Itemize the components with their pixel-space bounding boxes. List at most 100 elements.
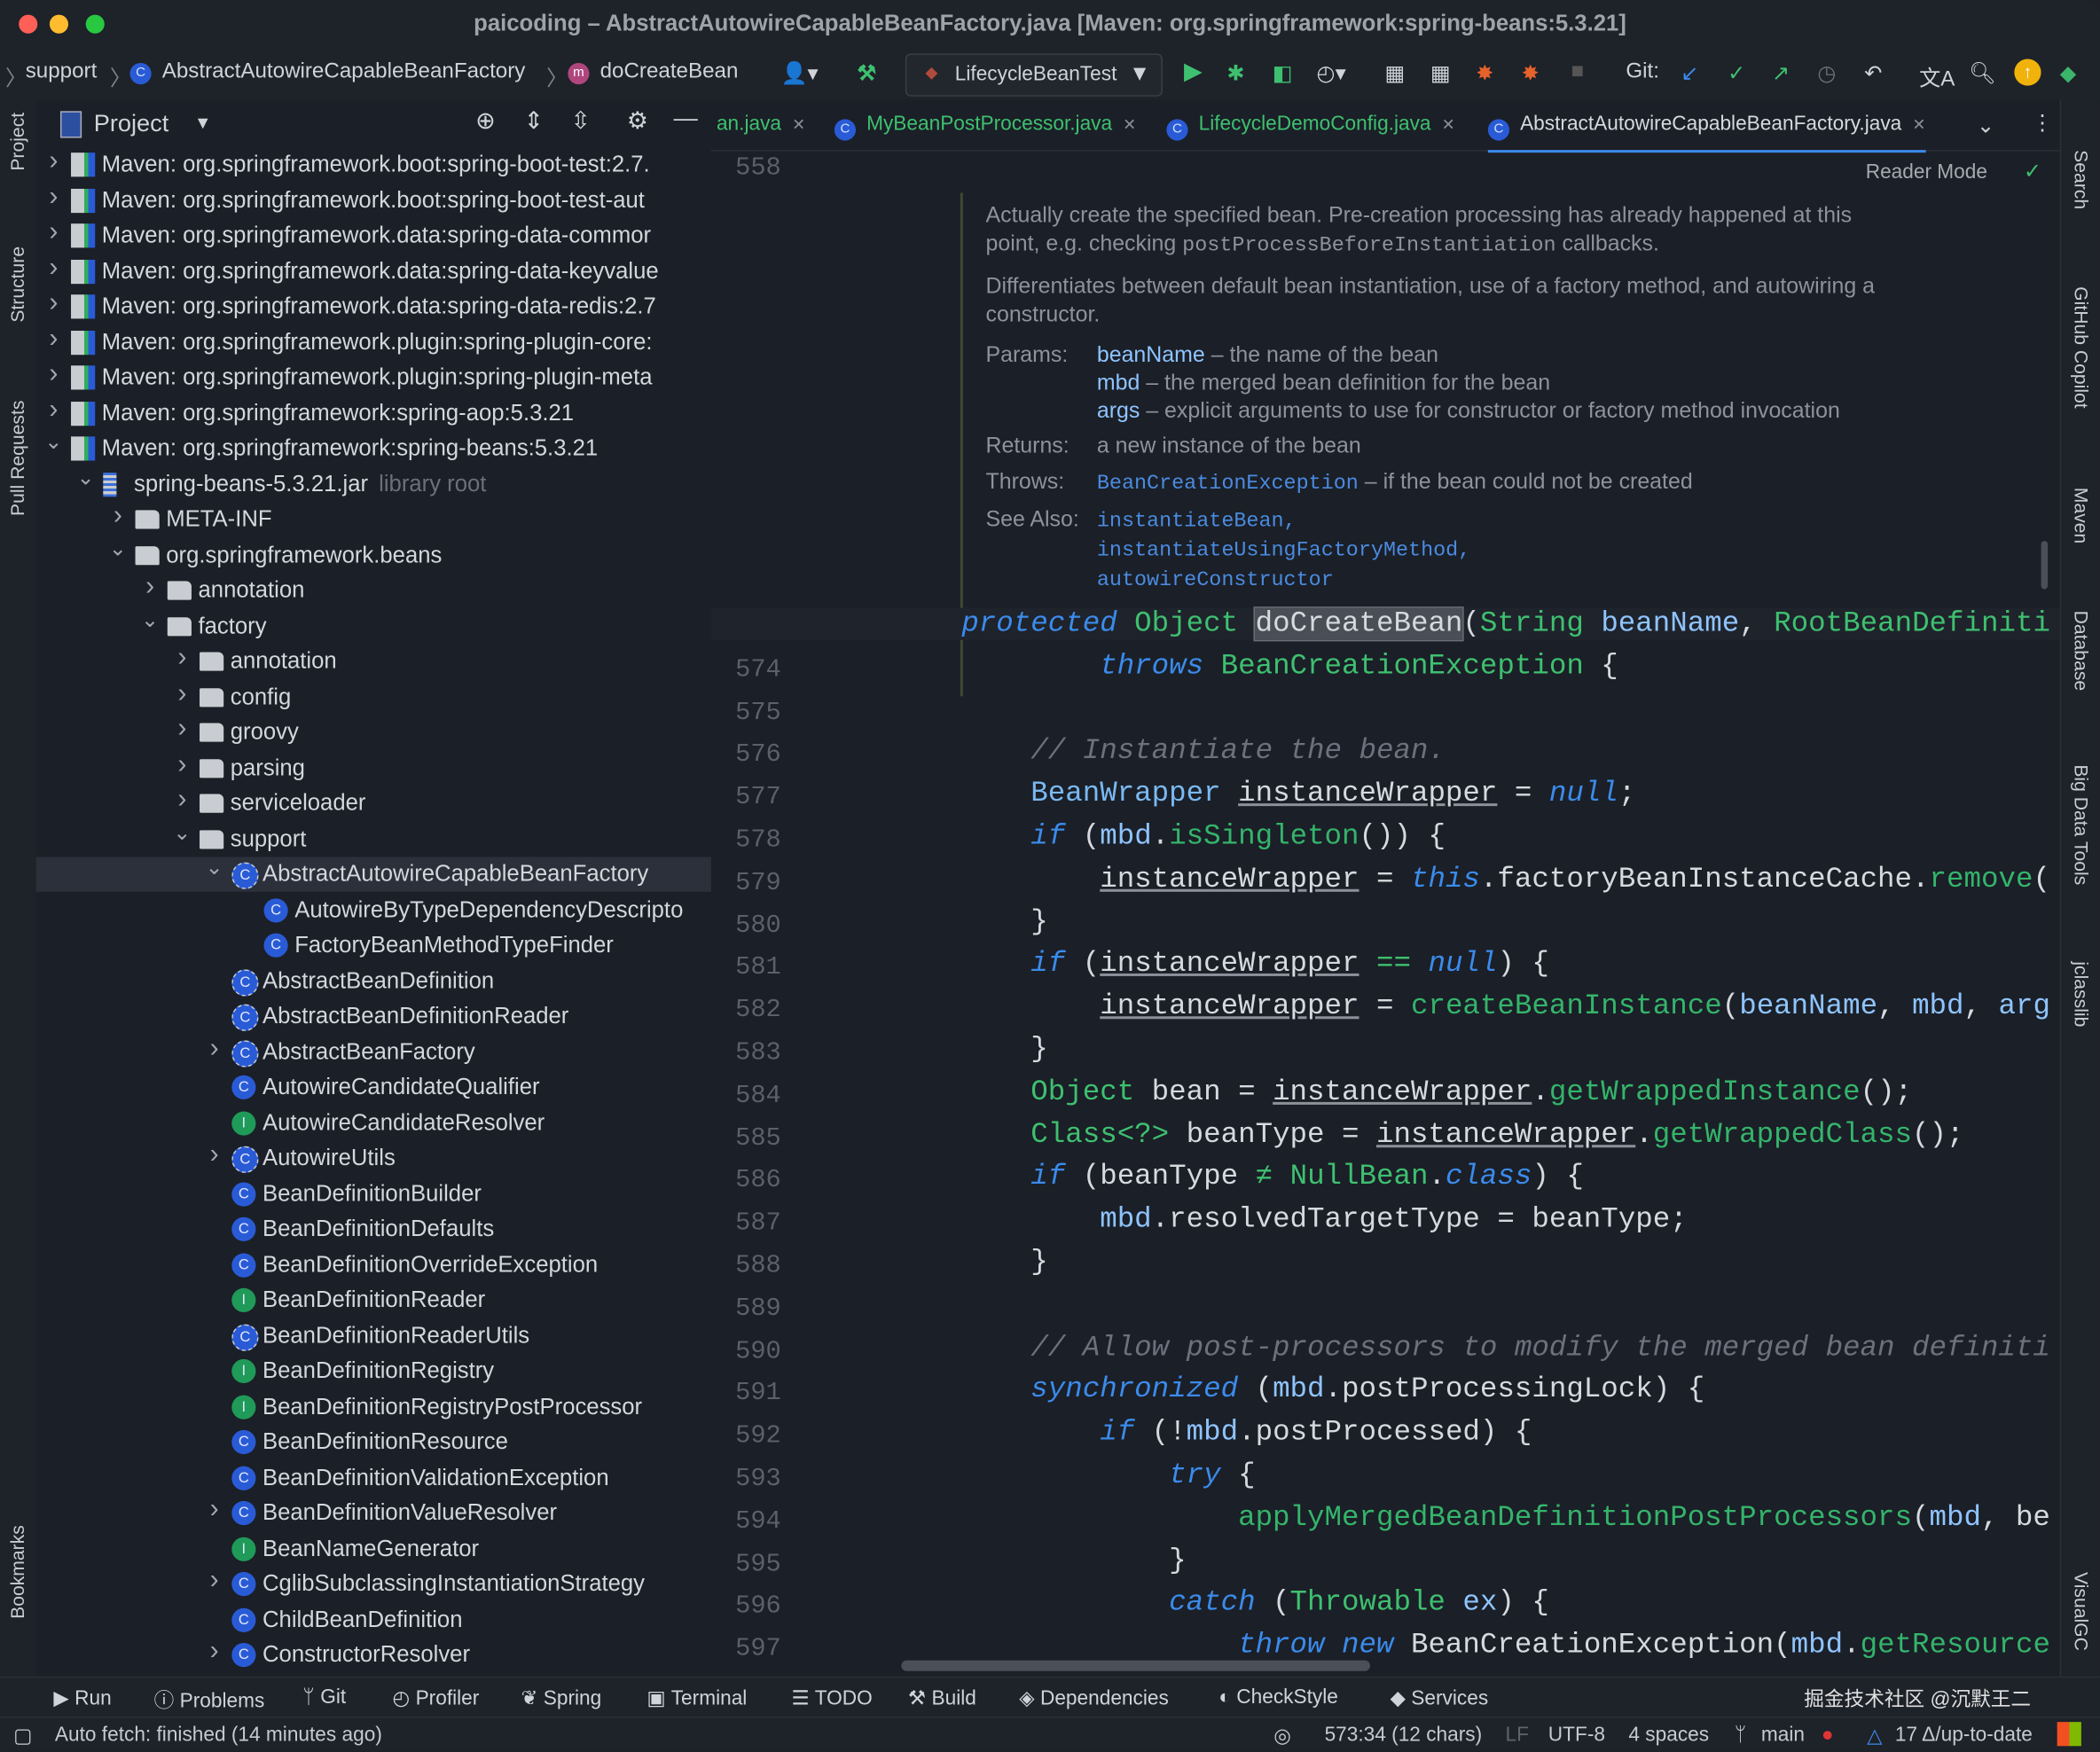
tree-item[interactable]: CBeanDefinitionOverrideException bbox=[36, 1248, 711, 1282]
profiler-run-icon[interactable]: ◴▾ bbox=[1317, 60, 1346, 87]
tool-search[interactable]: Search bbox=[2071, 150, 2092, 209]
tree-item[interactable]: CAutowireCandidateQualifier bbox=[36, 1070, 711, 1105]
ide-logo-icon[interactable]: ◆ bbox=[2060, 60, 2077, 87]
doc-link[interactable]: BeanCreationException bbox=[1097, 472, 1359, 496]
search-icon[interactable]: 🔍︎ bbox=[1969, 60, 1996, 87]
breadcrumb-support[interactable]: support bbox=[26, 60, 98, 84]
tool-window-problems[interactable]: ⓘ Problems bbox=[154, 1686, 265, 1714]
code-line[interactable]: mbd.resolvedTargetType = beanType; bbox=[961, 1204, 1687, 1236]
tree-item[interactable]: ›CConstructorResolver bbox=[36, 1638, 711, 1672]
account-icon[interactable]: 👤▾ bbox=[780, 60, 818, 87]
tree-item[interactable]: ⌄spring-beans-5.3.21.jarlibrary root bbox=[36, 466, 711, 501]
tool-window-dependencies[interactable]: ◈ Dependencies bbox=[1019, 1686, 1169, 1709]
tool-maven[interactable]: Maven bbox=[2071, 488, 2092, 544]
tree-item[interactable]: ⌄Maven: org.springframework:spring-beans… bbox=[36, 431, 711, 465]
tree-item[interactable]: CFactoryBeanMethodTypeFinder bbox=[36, 928, 711, 963]
chevron-right-icon[interactable]: › bbox=[44, 325, 63, 354]
locate-icon[interactable]: ⊕ bbox=[475, 107, 496, 136]
history-icon[interactable]: ◷ bbox=[1817, 60, 1836, 87]
tool-window-git[interactable]: ᛘ Git bbox=[302, 1686, 346, 1709]
tree-item[interactable]: ›Maven: org.springframework.data:spring-… bbox=[36, 218, 711, 253]
tree-item[interactable]: ›serviceloader bbox=[36, 786, 711, 820]
tool-bookmarks[interactable]: Bookmarks bbox=[7, 1525, 28, 1619]
git-update-icon[interactable]: ↙ bbox=[1681, 60, 1698, 87]
chevron-right-icon[interactable]: › bbox=[44, 218, 63, 247]
expand-all-icon[interactable]: ⇕ bbox=[523, 107, 544, 136]
code-line[interactable]: if (!mbd.postProcessed) { bbox=[961, 1417, 1532, 1449]
code-line[interactable]: applyMergedBeanDefinitionPostProcessors(… bbox=[961, 1502, 2050, 1534]
doc-link[interactable]: instantiateBean, bbox=[1097, 509, 1297, 533]
stop-icon[interactable]: ■ bbox=[1571, 60, 1584, 84]
chevron-right-icon[interactable]: › bbox=[44, 395, 63, 425]
tree-item[interactable]: ⌄CAbstractAutowireCapableBeanFactory bbox=[36, 857, 711, 892]
close-tab-icon[interactable]: ✕ bbox=[1912, 115, 1925, 134]
tree-item[interactable]: ›Maven: org.springframework.plugin:sprin… bbox=[36, 325, 711, 359]
tree-item[interactable]: CAbstractBeanDefinitionReader bbox=[36, 999, 711, 1034]
chevron-right-icon[interactable]: › bbox=[205, 1567, 223, 1596]
code-line[interactable]: throw new BeanCreationException(mbd.getR… bbox=[961, 1630, 2050, 1662]
doc-link[interactable]: autowireConstructor bbox=[1097, 567, 1334, 591]
tree-item[interactable]: ›CBeanDefinitionValueResolver bbox=[36, 1496, 711, 1530]
tool-window-checkstyle[interactable]: ◐ CheckStyle bbox=[1218, 1686, 1338, 1709]
chevron-right-icon[interactable]: › bbox=[173, 644, 192, 673]
editor-tab[interactable]: CMyBeanPostProcessor.java✕ bbox=[835, 113, 1137, 141]
close-tab-icon[interactable]: ✕ bbox=[1123, 115, 1136, 134]
chevron-right-icon[interactable]: › bbox=[205, 1035, 223, 1064]
chevron-right-icon[interactable]: › bbox=[205, 1141, 223, 1170]
code-line[interactable]: } bbox=[961, 1247, 1047, 1279]
code-line[interactable]: // Instantiate the bean. bbox=[961, 736, 1446, 768]
build-hammer-icon[interactable]: ⚒ bbox=[858, 60, 877, 87]
tool-window-todo[interactable]: ☰ TODO bbox=[792, 1686, 873, 1709]
close-tab-icon[interactable]: ✕ bbox=[1442, 115, 1455, 134]
tree-item[interactable]: CBeanDefinitionBuilder bbox=[36, 1177, 711, 1211]
tree-item[interactable]: CBeanDefinitionReaderUtils bbox=[36, 1318, 711, 1353]
run-configuration-select[interactable]: ◆ LifecycleBeanTest ▼ bbox=[905, 53, 1163, 96]
tool-jclasslib[interactable]: jclasslib bbox=[2071, 961, 2092, 1027]
tree-item[interactable]: CBeanDefinitionValidationException bbox=[36, 1460, 711, 1495]
code-line[interactable]: Object bean = instanceWrapper.getWrapped… bbox=[961, 1076, 1912, 1108]
tree-item[interactable]: ⌄org.springframework.beans bbox=[36, 537, 711, 572]
chevron-down-icon[interactable]: ⌄ bbox=[44, 431, 63, 455]
tool-window-terminal[interactable]: ▣ Terminal bbox=[646, 1686, 747, 1709]
tree-item[interactable]: ⌄factory bbox=[36, 608, 711, 643]
indent-setting[interactable]: 4 spaces bbox=[1628, 1724, 1709, 1747]
git-push-icon[interactable]: ↗ bbox=[1772, 60, 1790, 87]
tree-item[interactable]: CAutowireByTypeDependencyDescripto bbox=[36, 893, 711, 927]
chevron-down-icon[interactable]: ⌄ bbox=[108, 537, 127, 561]
tree-item[interactable]: ›annotation bbox=[36, 573, 711, 607]
chevron-right-icon[interactable]: › bbox=[173, 786, 192, 815]
hotswap-debug-icon[interactable]: ✸ bbox=[1522, 60, 1540, 87]
gear-icon[interactable]: ⚙ bbox=[627, 107, 648, 136]
tree-item[interactable]: ›config bbox=[36, 679, 711, 714]
chevron-right-icon[interactable]: › bbox=[205, 1496, 223, 1525]
chevron-right-icon[interactable]: › bbox=[44, 147, 63, 176]
tool-pull-requests[interactable]: Pull Requests bbox=[7, 401, 28, 516]
chevron-right-icon[interactable]: › bbox=[173, 715, 192, 744]
tabs-dropdown-icon[interactable]: ⌄ bbox=[1977, 113, 1994, 139]
tree-item[interactable]: CBeanDefinitionDefaults bbox=[36, 1212, 711, 1247]
tree-item[interactable]: ›CCglibSubclassingInstantiationStrategy bbox=[36, 1567, 711, 1601]
chevron-right-icon[interactable]: › bbox=[44, 254, 63, 283]
tree-item[interactable]: IBeanDefinitionRegistryPostProcessor bbox=[36, 1389, 711, 1424]
vertical-scrollbar[interactable] bbox=[2041, 541, 2049, 589]
code-line[interactable]: // Allow post-processors to modify the m… bbox=[961, 1332, 2050, 1364]
chevron-right-icon[interactable]: › bbox=[173, 750, 192, 779]
code-line[interactable]: try { bbox=[961, 1459, 1255, 1491]
coverage-icon[interactable]: ◧ bbox=[1273, 60, 1293, 87]
git-commit-icon[interactable]: ✓ bbox=[1728, 60, 1745, 87]
tool-big-data-tools[interactable]: Big Data Tools bbox=[2071, 764, 2092, 885]
tool-window-run[interactable]: ▶ Run bbox=[53, 1686, 111, 1709]
tree-item[interactable]: ⌄support bbox=[36, 822, 711, 856]
tool-window-spring[interactable]: ❦ Spring bbox=[521, 1686, 601, 1709]
caret-position[interactable]: 573:34 (12 chars) bbox=[1325, 1724, 1483, 1747]
tree-item[interactable]: CBeanDefinitionResource bbox=[36, 1425, 711, 1459]
copilot-status-icon[interactable]: ◎ bbox=[1273, 1724, 1291, 1748]
chevron-down-icon[interactable]: ▼ bbox=[194, 113, 211, 133]
tool-database[interactable]: Database bbox=[2071, 611, 2092, 692]
horizontal-scrollbar[interactable] bbox=[901, 1661, 1370, 1671]
tree-item[interactable]: IAutowireCandidateResolver bbox=[36, 1106, 711, 1140]
rollback-icon[interactable]: ↶ bbox=[1864, 60, 1882, 87]
tree-item[interactable]: IBeanDefinitionReader bbox=[36, 1283, 711, 1318]
tree-item[interactable]: ›groovy bbox=[36, 715, 711, 749]
editor-tab[interactable]: an.java✕ bbox=[717, 113, 805, 136]
